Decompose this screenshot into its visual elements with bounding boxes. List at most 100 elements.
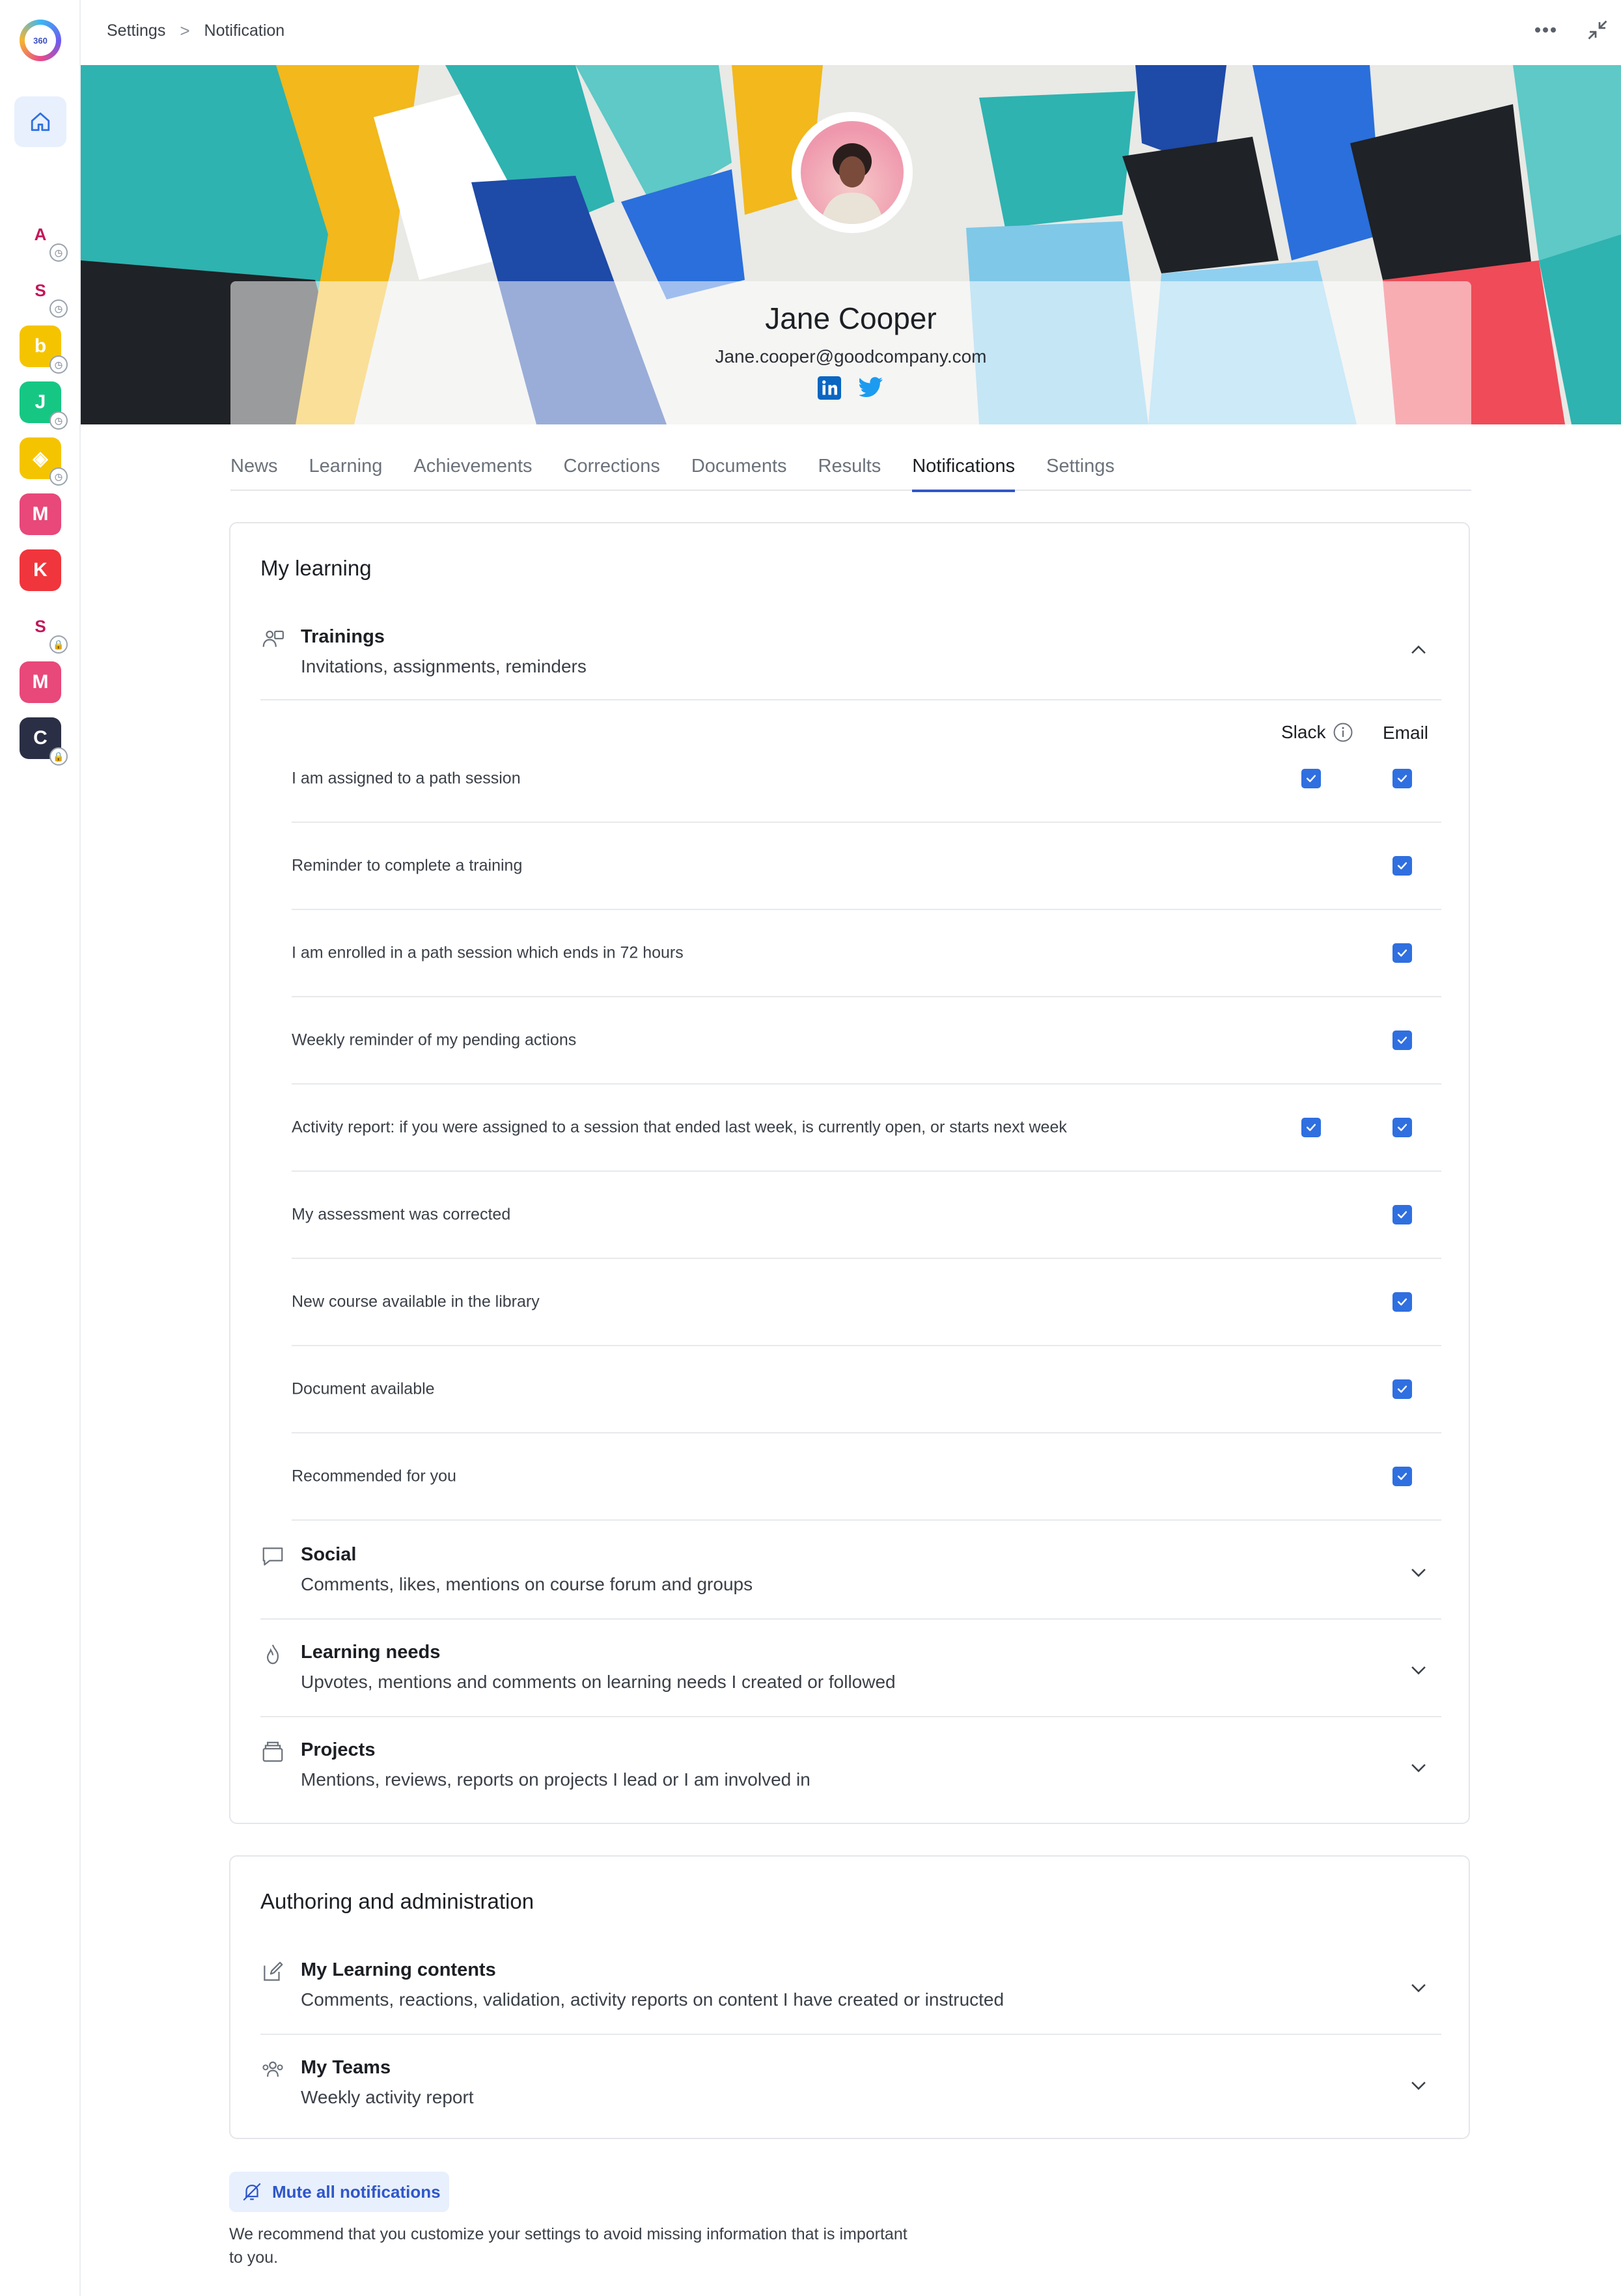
flame-icon xyxy=(266,1644,279,1665)
clock-icon: ◷ xyxy=(49,355,68,374)
notification-row: I am enrolled in a path session which en… xyxy=(292,910,1441,997)
mute-all-button[interactable]: Mute all notifications xyxy=(229,2172,449,2212)
email-checkbox[interactable] xyxy=(1392,1467,1412,1486)
sidebar-app-2[interactable]: S ◷ xyxy=(20,270,68,318)
chevron-down-icon[interactable] xyxy=(1407,1756,1430,1778)
notification-row-label: I am assigned to a path session xyxy=(292,769,521,788)
lock-icon: 🔒 xyxy=(49,635,68,654)
sidebar-app-5[interactable]: ◈ ◷ xyxy=(20,437,68,486)
chevron-down-icon[interactable] xyxy=(1407,1976,1430,1999)
trainings-group[interactable]: Trainings Invitations, assignments, remi… xyxy=(260,626,1441,685)
slack-checkbox[interactable] xyxy=(1301,769,1321,788)
projects-title: Projects xyxy=(301,1739,376,1760)
tab-settings[interactable]: Settings xyxy=(1046,456,1115,491)
tab-corrections[interactable]: Corrections xyxy=(564,456,660,491)
slack-checkbox[interactable] xyxy=(1301,1118,1321,1137)
email-checkbox[interactable] xyxy=(1392,943,1412,963)
twitter-icon[interactable] xyxy=(859,376,884,398)
email-checkbox[interactable] xyxy=(1392,1379,1412,1399)
team-icon xyxy=(262,2061,283,2077)
teams-subtitle: Weekly activity report xyxy=(301,2087,474,2107)
sidebar-app-3[interactable]: b ◷ xyxy=(20,325,68,374)
app-glyph: M xyxy=(32,503,49,525)
app-glyph: M xyxy=(32,671,49,693)
trainings-icon xyxy=(262,630,284,647)
more-options-icon[interactable] xyxy=(1534,26,1557,34)
avatar[interactable] xyxy=(792,112,913,233)
breadcrumb: Settings > Notification xyxy=(107,21,284,41)
notification-row: New course available in the library xyxy=(292,1259,1441,1346)
linkedin-icon[interactable] xyxy=(818,376,841,400)
profile-card: Jane Cooper Jane.cooper@goodcompany.com xyxy=(230,281,1471,426)
email-checkbox[interactable] xyxy=(1392,1118,1412,1137)
lock-icon: 🔒 xyxy=(49,747,68,766)
notification-row: Reminder to complete a training xyxy=(292,823,1441,910)
app-glyph: ◈ xyxy=(33,447,48,469)
notification-row-label: Document available xyxy=(292,1379,435,1398)
social-subtitle: Comments, likes, mentions on course foru… xyxy=(301,1574,753,1594)
clock-icon: ◷ xyxy=(49,467,68,486)
tab-achievements[interactable]: Achievements xyxy=(413,456,532,491)
authoring-title: Authoring and administration xyxy=(260,1889,534,1913)
sidebar-app-1[interactable]: A ◷ xyxy=(20,214,68,262)
app-glyph: J xyxy=(35,391,46,413)
breadcrumb-settings[interactable]: Settings xyxy=(107,21,165,40)
tab-notifications[interactable]: Notifications xyxy=(912,456,1015,492)
projects-icon xyxy=(262,1741,283,1762)
my-learning-title: My learning xyxy=(260,556,372,580)
360-logo[interactable]: 360 xyxy=(20,20,61,61)
breadcrumb-separator: > xyxy=(180,21,190,40)
teams-group[interactable]: My Teams Weekly activity report xyxy=(260,2057,1441,2116)
tab-results[interactable]: Results xyxy=(818,456,881,491)
sidebar-app-8[interactable]: S 🔒 xyxy=(20,605,68,654)
trainings-title: Trainings xyxy=(301,626,385,647)
clock-icon: ◷ xyxy=(49,411,68,430)
email-checkbox[interactable] xyxy=(1392,1205,1412,1224)
email-checkbox[interactable] xyxy=(1392,856,1412,876)
teams-title: My Teams xyxy=(301,2057,391,2078)
sidebar-app-7[interactable]: K xyxy=(20,549,61,591)
learning-contents-group[interactable]: My Learning contents Comments, reactions… xyxy=(260,1959,1441,2018)
chevron-down-icon[interactable] xyxy=(1407,2074,1430,2096)
chat-bubble-icon xyxy=(262,1547,283,1566)
projects-group[interactable]: Projects Mentions, reviews, reports on p… xyxy=(260,1739,1441,1798)
minimize-icon[interactable] xyxy=(1586,18,1609,42)
notification-row: Weekly reminder of my pending actions xyxy=(292,997,1441,1085)
notification-row-label: My assessment was corrected xyxy=(292,1205,511,1224)
my-learning-card: My learning Trainings Invitations, assig… xyxy=(229,522,1470,1824)
learning-needs-divider xyxy=(260,1716,1441,1717)
trainings-divider xyxy=(260,699,1441,700)
tab-documents[interactable]: Documents xyxy=(691,456,787,491)
app-glyph: A xyxy=(34,224,47,244)
email-checkbox[interactable] xyxy=(1392,769,1412,788)
social-divider xyxy=(260,1618,1441,1620)
profile-tabs: News Learning Achievements Corrections Docum… xyxy=(230,456,1471,492)
email-checkbox[interactable] xyxy=(1392,1030,1412,1050)
sidebar-app-6[interactable]: M xyxy=(20,493,61,535)
tab-news[interactable]: News xyxy=(230,456,278,491)
edit-icon xyxy=(264,1961,283,1981)
learning-needs-group[interactable]: Learning needs Upvotes, mentions and com… xyxy=(260,1642,1441,1700)
learning-needs-subtitle: Upvotes, mentions and comments on learni… xyxy=(301,1672,896,1692)
breadcrumb-current: Notification xyxy=(204,21,285,40)
email-checkbox[interactable] xyxy=(1392,1292,1412,1312)
home-icon xyxy=(31,112,50,131)
learning-contents-subtitle: Comments, reactions, validation, activit… xyxy=(301,1989,1004,2010)
sidebar-app-4[interactable]: J ◷ xyxy=(20,381,68,430)
social-group[interactable]: Social Comments, likes, mentions on cour… xyxy=(260,1544,1441,1603)
notification-row: Recommended for you xyxy=(292,1433,1441,1521)
tab-learning[interactable]: Learning xyxy=(309,456,383,491)
sidebar-app-10[interactable]: C 🔒 xyxy=(20,717,68,766)
chevron-up-icon[interactable] xyxy=(1407,639,1430,661)
notification-row-label: Recommended for you xyxy=(292,1467,456,1486)
notification-row-label: Reminder to complete a training xyxy=(292,856,523,875)
trainings-subtitle: Invitations, assignments, reminders xyxy=(301,656,587,676)
bell-off-icon xyxy=(243,2183,261,2201)
home-button[interactable] xyxy=(14,96,66,147)
chevron-down-icon[interactable] xyxy=(1407,1561,1430,1583)
chevron-down-icon[interactable] xyxy=(1407,1659,1430,1681)
sidebar-app-9[interactable]: M xyxy=(20,661,61,703)
learning-needs-title: Learning needs xyxy=(301,1642,441,1663)
notification-row: I am assigned to a path session xyxy=(292,736,1441,823)
app-glyph: b xyxy=(34,335,47,357)
